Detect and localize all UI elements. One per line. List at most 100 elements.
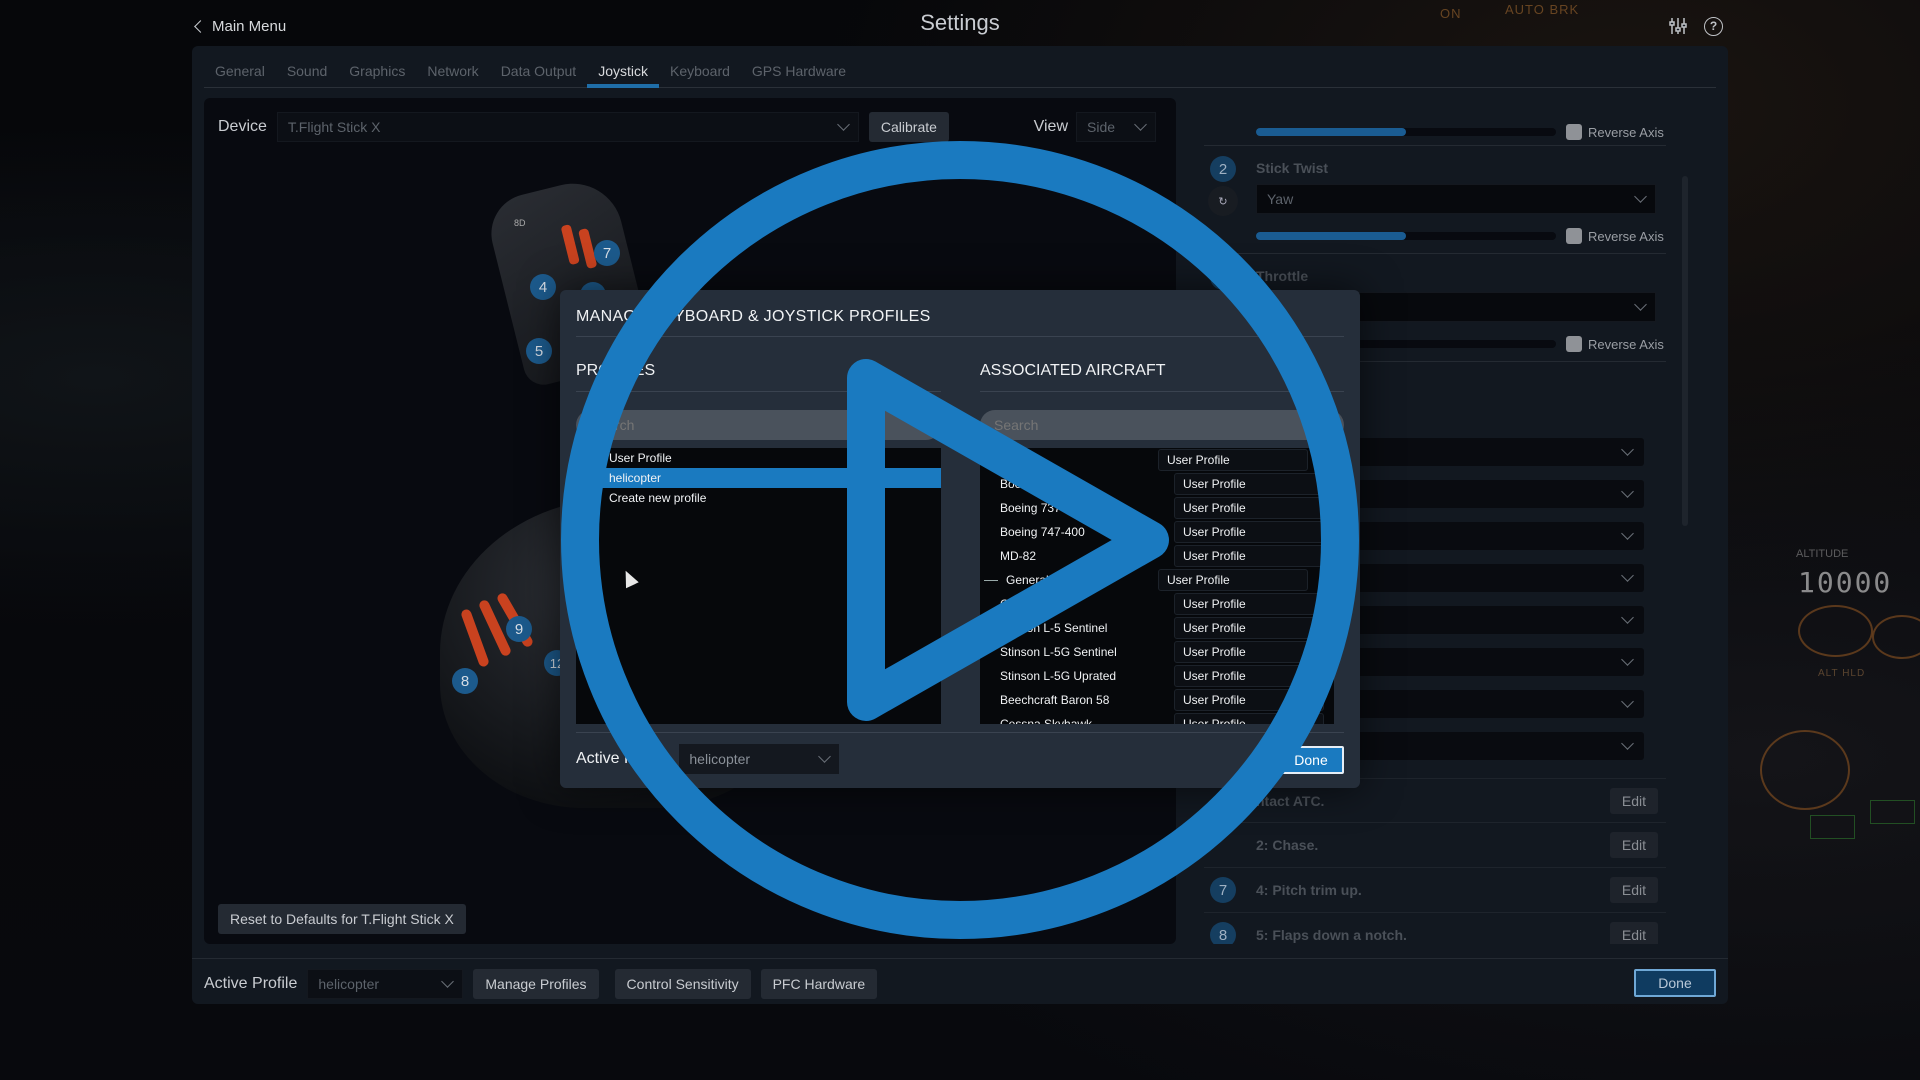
aircraft-profile-dropdown[interactable]: User Profile — [1158, 569, 1308, 591]
button-assignment-row: 7 4: Pitch trim up. Edit — [1204, 868, 1666, 913]
aircraft-group-row: General User Profile — [980, 568, 1334, 592]
reset-defaults-button[interactable]: Reset to Defaults for T.Flight Stick X — [218, 904, 466, 934]
calibrate-button[interactable]: Calibrate — [868, 112, 949, 142]
chevron-down-icon — [1621, 653, 1634, 666]
manage-profiles-dialog: MANAGE KEYBOARD & JOYSTICK PROFILES PROF… — [560, 290, 1360, 788]
aircraft-profile-dropdown[interactable]: User Profile — [1174, 593, 1324, 615]
chevron-down-icon — [1621, 443, 1634, 456]
tab-data-output[interactable]: Data Output — [490, 46, 588, 87]
bg-altitude-label: ALTITUDE — [1796, 548, 1849, 560]
aircraft-profile-dropdown[interactable]: User Profile — [1174, 473, 1324, 495]
dialog-done-button[interactable]: Done — [1278, 746, 1344, 774]
aircraft-name: Boeing 737 — [1000, 501, 1061, 515]
aircraft-profile-dropdown[interactable]: User Profile — [1174, 713, 1324, 724]
aircraft-profile-dropdown[interactable]: User Profile — [1174, 497, 1324, 519]
edit-button[interactable]: Edit — [1609, 877, 1658, 903]
checkbox[interactable] — [1566, 228, 1582, 244]
chevron-down-icon — [837, 118, 850, 131]
aircraft-profile-dropdown[interactable]: User Profile — [1174, 641, 1324, 663]
checkbox[interactable] — [1566, 336, 1582, 352]
aircraft-name: Boeing — [1000, 477, 1038, 491]
edit-button[interactable]: Edit — [1609, 832, 1658, 858]
axis-3-reverse-checkbox[interactable]: Reverse Axis — [1566, 336, 1664, 352]
hat-8d-label: 8D — [514, 218, 526, 228]
button-assignment-row: 8 5: Flaps down a notch. Edit — [1204, 913, 1666, 944]
axis-row-1: Reverse Axis — [1204, 98, 1666, 146]
done-button[interactable]: Done — [1634, 969, 1716, 997]
tab-joystick[interactable]: Joystick — [587, 46, 659, 88]
chevron-down-icon — [1634, 298, 1647, 311]
edit-button[interactable]: Edit — [1609, 787, 1658, 814]
tab-sound[interactable]: Sound — [276, 46, 338, 87]
chevron-down-icon — [1134, 118, 1147, 131]
aircraft-search-input[interactable] — [980, 410, 1344, 440]
button-assignment-label: ntact ATC. — [1256, 792, 1325, 809]
divider — [576, 391, 941, 392]
button-badge-9[interactable]: 9 — [506, 616, 532, 642]
device-label: Device — [218, 118, 267, 135]
assignments-scrollbar[interactable] — [1682, 176, 1688, 526]
aircraft-profile-dropdown[interactable]: User Profile — [1174, 617, 1324, 639]
profile-item-helicopter[interactable]: helicopter — [576, 468, 941, 488]
axis-1-reverse-checkbox[interactable]: Reverse Axis — [1566, 124, 1664, 140]
aircraft-name: Cessna Skyhawk — [1000, 717, 1093, 724]
bg-altitude-value: 10000 — [1798, 566, 1893, 599]
button-assignment-label: 2: Chase. — [1256, 837, 1319, 853]
checkbox[interactable] — [1566, 124, 1582, 140]
aircraft-profile-dropdown[interactable]: User Profile — [1174, 521, 1324, 543]
sliders-icon[interactable] — [1668, 16, 1688, 36]
axis-2-reverse-checkbox[interactable]: Reverse Axis — [1566, 228, 1664, 244]
active-profile-label: Active Profile — [204, 975, 298, 992]
view-label: View — [1033, 118, 1068, 135]
dialog-title: MANAGE KEYBOARD & JOYSTICK PROFILES — [576, 308, 931, 325]
tab-network[interactable]: Network — [416, 46, 489, 87]
view-dropdown[interactable]: Side — [1076, 112, 1156, 142]
bg-knob — [1798, 605, 1873, 657]
tab-general[interactable]: General — [204, 46, 276, 87]
button-badge-8[interactable]: 8 — [452, 668, 478, 694]
dialog-active-profile-value: helicopter — [689, 751, 751, 767]
aircraft-profile-dropdown[interactable]: User Profile — [1158, 449, 1308, 471]
aircraft-profile-dropdown[interactable]: User Profile — [1174, 689, 1324, 711]
button-badge-4[interactable]: 4 — [530, 274, 556, 300]
chevron-down-icon — [1621, 569, 1634, 582]
button-badge-7[interactable]: 7 — [594, 240, 620, 266]
control-sensitivity-button[interactable]: Control Sensitivity — [614, 969, 751, 999]
help-icon[interactable]: ? — [1704, 16, 1723, 36]
axis-name: Stick Twist — [1256, 160, 1329, 176]
button-assignment-row: 2: Chase. Edit — [1204, 823, 1666, 868]
manage-profiles-button[interactable]: Manage Profiles — [473, 969, 599, 999]
profile-item-user-profile[interactable]: User Profile — [576, 448, 941, 468]
axis-1-slider[interactable] — [1256, 128, 1556, 136]
bg-knob — [1872, 615, 1920, 659]
aircraft-profile-dropdown[interactable]: User Profile — [1174, 545, 1324, 567]
axis-number-badge: 3 — [1210, 264, 1236, 290]
dialog-active-profile-dropdown[interactable]: helicopter — [679, 744, 840, 774]
aircraft-profile-dropdown[interactable]: User Profile — [1174, 665, 1324, 687]
axis-2-slider[interactable] — [1256, 232, 1556, 240]
aircraft-name: C — [1000, 597, 1009, 611]
aircraft-name: Stinson L-5G Sentinel — [1000, 645, 1117, 659]
axis-2-slider-fill — [1256, 232, 1406, 240]
dialog-active-profile-label: Active Profile — [576, 750, 670, 767]
create-new-profile-item[interactable]: Create new profile — [576, 488, 941, 508]
active-profile-dropdown[interactable]: helicopter — [307, 969, 464, 999]
axis-2-function-dropdown[interactable]: Yaw — [1256, 184, 1656, 214]
collapse-icon[interactable] — [984, 579, 998, 581]
associated-aircraft-heading: ASSOCIATED AIRCRAFT — [980, 362, 1166, 379]
pfc-hardware-button[interactable]: PFC Hardware — [760, 969, 878, 999]
aircraft-group-row: User Profile — [980, 448, 1334, 472]
edit-button[interactable]: Edit — [1609, 922, 1658, 944]
tab-gps-hardware[interactable]: GPS Hardware — [741, 46, 857, 87]
profiles-search-input[interactable] — [576, 410, 941, 440]
tab-graphics[interactable]: Graphics — [338, 46, 416, 87]
reverse-axis-label: Reverse Axis — [1588, 124, 1664, 140]
device-value: T.Flight Stick X — [287, 119, 381, 135]
aircraft-row: Boeing 737 User Profile — [980, 496, 1334, 520]
tab-keyboard[interactable]: Keyboard — [659, 46, 741, 87]
aircraft-row: MD-82 User Profile — [980, 544, 1334, 568]
button-assignment-label: 4: Pitch trim up. — [1256, 882, 1362, 898]
device-dropdown[interactable]: T.Flight Stick X — [276, 112, 859, 142]
button-badge-5[interactable]: 5 — [526, 338, 552, 364]
aircraft-row: Beechcraft Baron 58 User Profile — [980, 688, 1334, 712]
